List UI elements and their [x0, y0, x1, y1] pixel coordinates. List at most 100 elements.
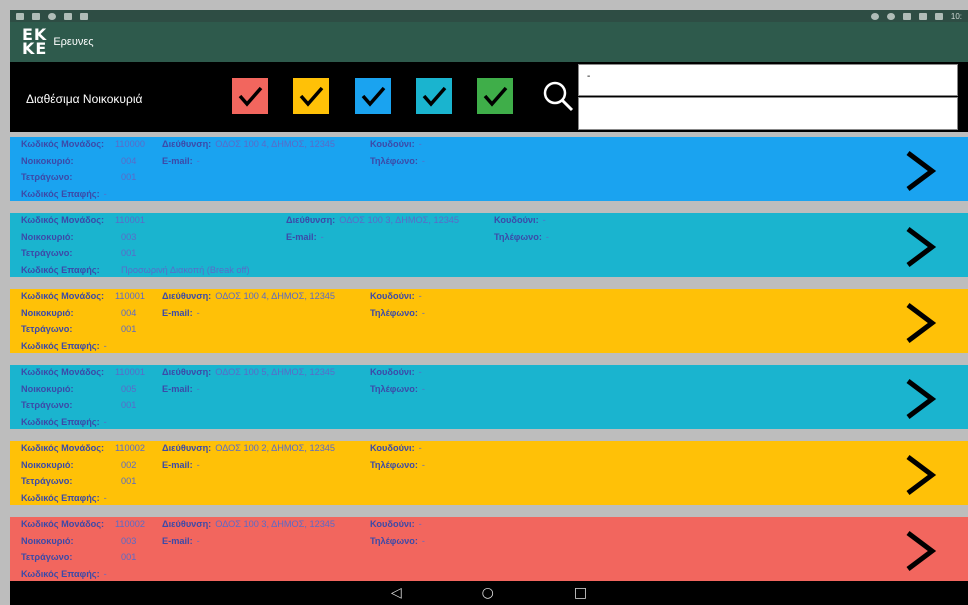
search-input[interactable]: - — [578, 64, 958, 96]
household-card[interactable]: Κωδικός Μονάδος: 110002 Διεύθυνση: ΟΔΟΣ … — [10, 517, 968, 581]
field-unit_code: Κωδικός Μονάδος: 110001 — [21, 291, 145, 301]
value-block: 001 — [121, 476, 137, 486]
field-phone: Τηλέφωνο: - — [370, 156, 425, 166]
value-unit_code: 110001 — [115, 291, 145, 301]
app-bar: EK KE Ερευνες — [10, 22, 968, 62]
label-email: E-mail: — [162, 536, 193, 546]
system-nav-bar: ◁ ○ □ — [10, 581, 968, 605]
value-contact_code: Προσωρινή Διακοπή (Break off) — [121, 265, 250, 275]
logo-bottom: KE — [22, 39, 48, 58]
filter-checkbox-green[interactable] — [477, 78, 513, 114]
field-email: E-mail: - — [162, 384, 200, 394]
field-contact_code: Κωδικός Επαφής: Προσωρινή Διακοπή (Break… — [21, 265, 250, 275]
label-email: E-mail: — [286, 232, 317, 242]
filter-checkbox-red[interactable] — [232, 78, 268, 114]
label-contact_code: Κωδικός Επαφής: — [21, 569, 100, 579]
value-contact_code: - — [103, 189, 107, 199]
status-bar-right: 10: — [870, 11, 962, 21]
field-block: Τετράγωνο: 001 — [21, 400, 136, 410]
field-household: Νοικοκυριό: 005 — [21, 384, 136, 394]
label-block: Τετράγωνο: — [21, 172, 73, 182]
search-icon[interactable] — [541, 79, 575, 113]
value-address: ΟΔΟΣ 100 5, ΔΗΜΟΣ, 12345 — [215, 367, 336, 377]
battery-icon — [934, 12, 943, 20]
field-address: Διεύθυνση: ΟΔΟΣ 100 4, ΔΗΜΟΣ, 12345 — [162, 291, 335, 301]
field-address: Διεύθυνση: ΟΔΟΣ 100 5, ΔΗΜΟΣ, 12345 — [162, 367, 335, 377]
field-household: Νοικοκυριό: 004 — [21, 308, 136, 318]
household-card[interactable]: Κωδικός Μονάδος: 110001 Διεύθυνση: ΟΔΟΣ … — [10, 289, 968, 353]
value-contact_code: - — [103, 493, 107, 503]
label-bell: Κουδούνι: — [370, 519, 415, 529]
value-bell: - — [418, 443, 422, 453]
label-phone: Τηλέφωνο: — [370, 308, 418, 318]
field-unit_code: Κωδικός Μονάδος: 110001 — [21, 367, 145, 377]
status-bar: 10: — [10, 10, 968, 22]
field-contact_code: Κωδικός Επαφής: - — [21, 417, 107, 427]
field-phone: Τηλέφωνο: - — [370, 536, 425, 546]
field-unit_code: Κωδικός Μονάδος: 110002 — [21, 519, 145, 529]
label-contact_code: Κωδικός Επαφής: — [21, 417, 100, 427]
label-unit_code: Κωδικός Μονάδος: — [21, 139, 105, 149]
chevron-right-icon[interactable] — [902, 453, 938, 497]
value-email: - — [196, 156, 200, 166]
label-household: Νοικοκυριό: — [21, 536, 74, 546]
label-block: Τετράγωνο: — [21, 248, 73, 258]
chevron-right-icon[interactable] — [902, 149, 938, 193]
status-time: 10: — [950, 11, 962, 21]
field-contact_code: Κωδικός Επαφής: - — [21, 341, 107, 351]
usb-icon — [64, 12, 72, 20]
value-address: ΟΔΟΣ 100 2, ΔΗΜΟΣ, 12345 — [215, 443, 336, 453]
value-phone: - — [421, 308, 425, 318]
field-bell: Κουδούνι: - — [370, 367, 422, 377]
value-email: - — [196, 308, 200, 318]
field-phone: Τηλέφωνο: - — [370, 308, 425, 318]
label-email: E-mail: — [162, 156, 193, 166]
wifi-icon — [902, 12, 911, 20]
field-contact_code: Κωδικός Επαφής: - — [21, 569, 107, 579]
value-block: 001 — [121, 248, 137, 258]
label-address: Διεύθυνση: — [162, 519, 212, 529]
household-card[interactable]: Κωδικός Μονάδος: 110000 Διεύθυνση: ΟΔΟΣ … — [10, 137, 968, 201]
chevron-right-icon[interactable] — [902, 529, 938, 573]
home-button[interactable]: ○ — [482, 585, 494, 601]
field-unit_code: Κωδικός Μονάδος: 110000 — [21, 139, 145, 149]
filter-checkbox-yellow[interactable] — [293, 78, 329, 114]
value-phone: - — [421, 384, 425, 394]
household-card[interactable]: Κωδικός Μονάδος: 110001 Διεύθυνση: ΟΔΟΣ … — [10, 213, 968, 277]
value-email: - — [196, 460, 200, 470]
field-household: Νοικοκυριό: 003 — [21, 232, 136, 242]
value-household: 003 — [121, 232, 137, 242]
check-icon — [361, 86, 386, 107]
filter-checkbox-blue[interactable] — [355, 78, 391, 114]
label-unit_code: Κωδικός Μονάδος: — [21, 519, 105, 529]
label-address: Διεύθυνση: — [162, 291, 212, 301]
chevron-right-icon[interactable] — [902, 225, 938, 269]
label-address: Διεύθυνση: — [162, 139, 212, 149]
recents-button[interactable]: □ — [574, 585, 587, 601]
search-input-secondary[interactable] — [578, 97, 958, 130]
check-icon — [483, 86, 508, 107]
message-notification-icon — [32, 12, 40, 20]
chevron-right-icon[interactable] — [902, 377, 938, 421]
image-notification-icon — [16, 12, 24, 20]
label-bell: Κουδούνι: — [494, 215, 539, 225]
value-bell: - — [418, 291, 422, 301]
value-email: - — [196, 384, 200, 394]
label-unit_code: Κωδικός Μονάδος: — [21, 367, 105, 377]
label-contact_code: Κωδικός Επαφής: — [21, 341, 100, 351]
field-bell: Κουδούνι: - — [370, 443, 422, 453]
available-households-label: Διαθέσιμα Νοικοκυριά — [26, 92, 143, 106]
label-household: Νοικοκυριό: — [21, 460, 74, 470]
chevron-right-icon[interactable] — [902, 301, 938, 345]
location-icon — [870, 12, 879, 20]
back-button[interactable]: ◁ — [391, 585, 402, 601]
value-bell: - — [418, 519, 422, 529]
household-card[interactable]: Κωδικός Μονάδος: 110002 Διεύθυνση: ΟΔΟΣ … — [10, 441, 968, 505]
value-contact_code: - — [103, 417, 107, 427]
filter-checkbox-cyan[interactable] — [416, 78, 452, 114]
label-email: E-mail: — [162, 308, 193, 318]
field-email: E-mail: - — [162, 460, 200, 470]
do-not-disturb-icon — [886, 12, 895, 20]
label-phone: Τηλέφωνο: — [494, 232, 542, 242]
household-card[interactable]: Κωδικός Μονάδος: 110001 Διεύθυνση: ΟΔΟΣ … — [10, 365, 968, 429]
